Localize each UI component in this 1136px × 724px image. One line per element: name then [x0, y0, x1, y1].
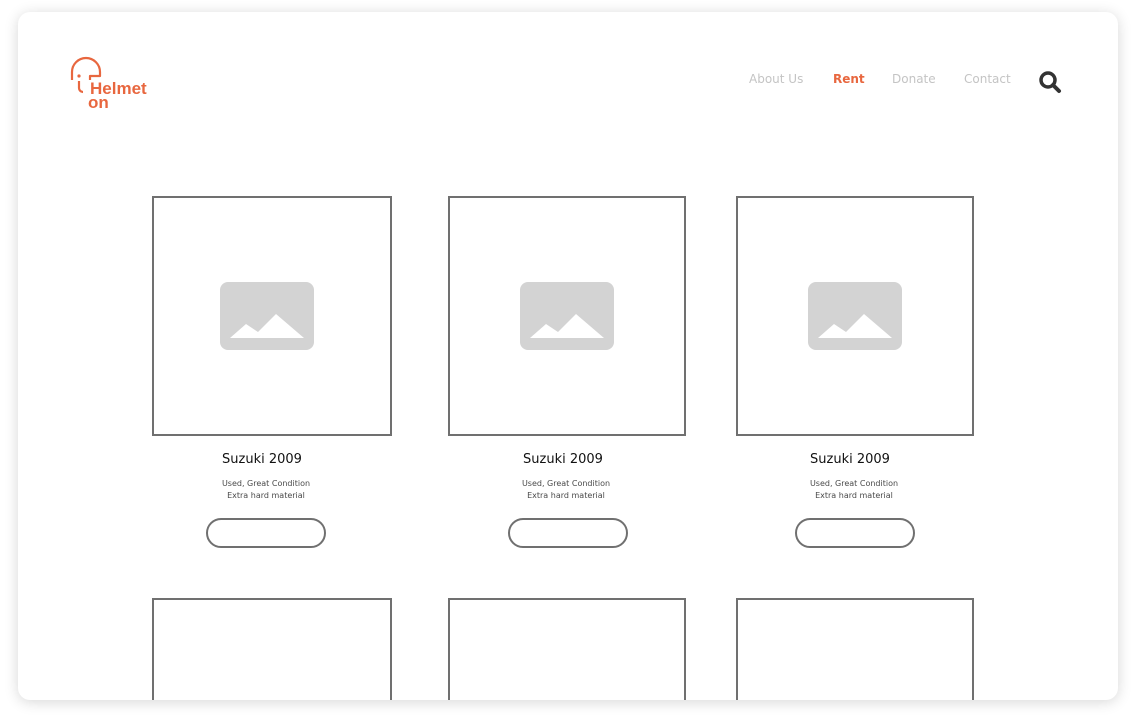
product-description: Used, Great Condition Extra hard materia…	[740, 478, 968, 502]
nav-contact[interactable]: Contact	[964, 72, 1011, 86]
product-condition: Used, Great Condition	[521, 479, 611, 488]
brand-name-line2: on	[88, 93, 109, 112]
search-icon	[1039, 71, 1061, 93]
image-placeholder-icon	[220, 282, 314, 350]
nav-about-us[interactable]: About Us	[749, 72, 803, 86]
product-title: Suzuki 2009	[810, 452, 890, 467]
product-image-partial[interactable]	[448, 598, 686, 700]
product-description: Used, Great Condition Extra hard materia…	[152, 478, 380, 502]
nav-donate[interactable]: Donate	[892, 72, 936, 86]
rent-button[interactable]	[508, 518, 628, 548]
nav-rent[interactable]: Rent	[833, 72, 865, 86]
product-title: Suzuki 2009	[222, 452, 302, 467]
product-material: Extra hard material	[227, 491, 305, 500]
product-description: Used, Great Condition Extra hard materia…	[452, 478, 680, 502]
rent-button[interactable]	[206, 518, 326, 548]
product-image-partial[interactable]	[736, 598, 974, 700]
product-image[interactable]	[448, 196, 686, 436]
product-image[interactable]	[152, 196, 392, 436]
product-material: Extra hard material	[527, 491, 605, 500]
page: Helmet on About Us Rent Donate Contact S…	[18, 12, 1118, 700]
product-image[interactable]	[736, 196, 974, 436]
search-button[interactable]	[1038, 70, 1062, 94]
brand-logo[interactable]: Helmet on	[68, 54, 158, 112]
product-condition: Used, Great Condition	[809, 479, 899, 488]
product-image-partial[interactable]	[152, 598, 392, 700]
product-title: Suzuki 2009	[523, 452, 603, 467]
product-material: Extra hard material	[815, 491, 893, 500]
image-placeholder-icon	[520, 282, 614, 350]
rent-button[interactable]	[795, 518, 915, 548]
image-placeholder-icon	[808, 282, 902, 350]
product-condition: Used, Great Condition	[221, 479, 311, 488]
